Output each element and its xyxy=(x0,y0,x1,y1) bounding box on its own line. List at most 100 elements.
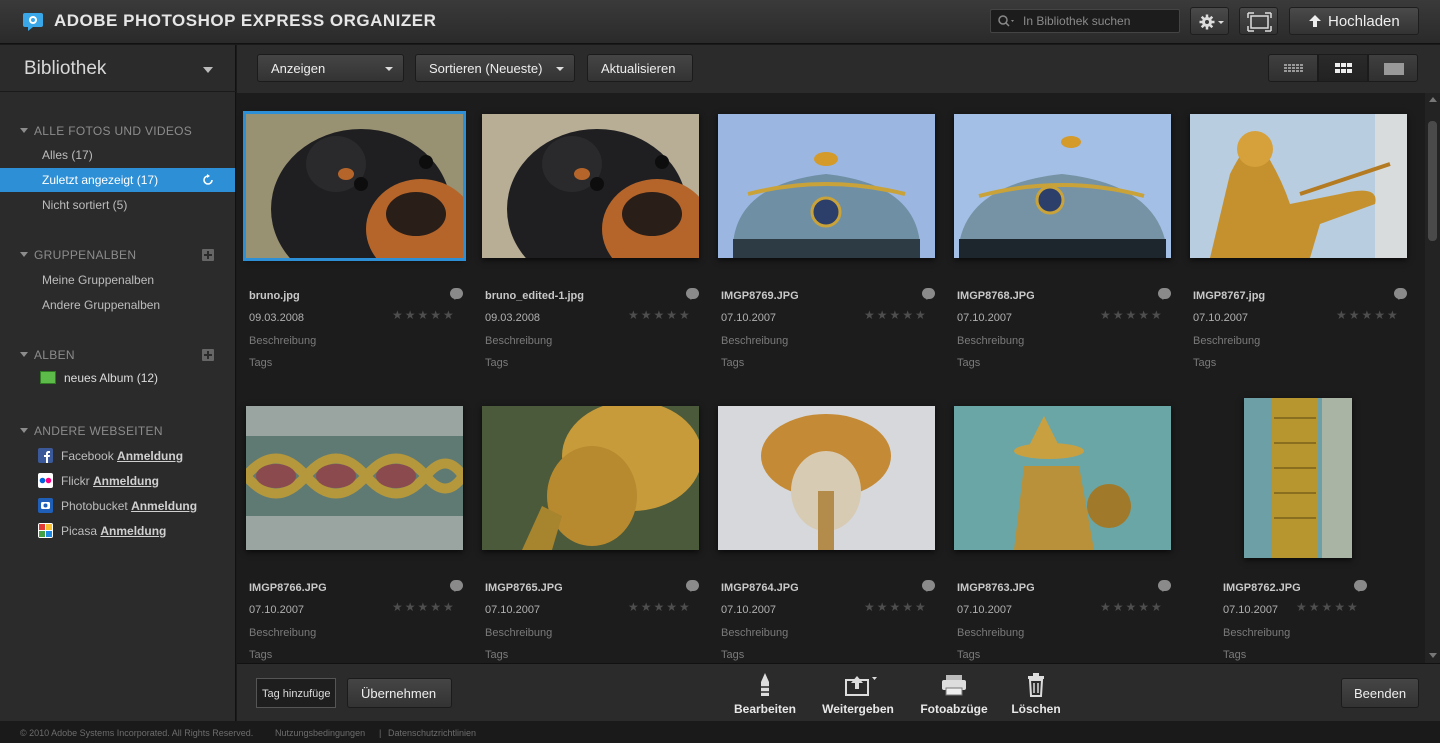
flickr-login-link[interactable]: Anmeldung xyxy=(93,474,159,488)
comment-icon[interactable] xyxy=(450,580,463,592)
section-albums[interactable]: ALBEN xyxy=(20,348,75,362)
photo-tags[interactable]: Tags xyxy=(1223,649,1246,661)
photo-tile[interactable]: IMGP8765.JPG 07.10.2007 ★★★★★ Beschreibu… xyxy=(475,399,711,663)
comment-icon[interactable] xyxy=(922,580,935,592)
photo-tags[interactable]: Tags xyxy=(1193,357,1216,369)
delete-action[interactable]: Löschen xyxy=(991,672,1081,718)
photo-tags[interactable]: Tags xyxy=(485,357,508,369)
sidebar-item-new-album[interactable]: neues Album (12) xyxy=(40,371,158,385)
terms-link[interactable]: Nutzungsbedingungen xyxy=(275,728,365,738)
photo-description[interactable]: Beschreibung xyxy=(249,335,316,347)
settings-button[interactable] xyxy=(1190,7,1229,35)
sidebar-item-all[interactable]: Alles (17) xyxy=(42,148,93,162)
photo-description[interactable]: Beschreibung xyxy=(1193,335,1260,347)
rating-stars[interactable]: ★★★★★ xyxy=(1336,308,1400,322)
photo-thumbnail[interactable] xyxy=(482,114,699,258)
section-group-albums[interactable]: GRUPPENALBEN xyxy=(20,248,136,262)
photo-thumbnail[interactable] xyxy=(482,406,699,550)
show-dropdown[interactable]: Anzeigen xyxy=(257,54,404,82)
photo-thumbnail[interactable] xyxy=(243,111,466,261)
rating-stars[interactable]: ★★★★★ xyxy=(392,308,456,322)
photo-description[interactable]: Beschreibung xyxy=(721,627,788,639)
prints-action[interactable]: Fotoabzüge xyxy=(909,672,999,718)
photo-description[interactable]: Beschreibung xyxy=(957,627,1024,639)
photo-thumbnail[interactable] xyxy=(1244,398,1352,558)
scroll-down-arrow-icon[interactable] xyxy=(1429,653,1437,658)
rating-stars[interactable]: ★★★★★ xyxy=(392,600,456,614)
privacy-link[interactable]: Datenschutzrichtlinien xyxy=(388,728,476,738)
photo-thumbnail[interactable] xyxy=(954,114,1171,258)
photo-description[interactable]: Beschreibung xyxy=(1223,627,1290,639)
comment-icon[interactable] xyxy=(1354,580,1367,592)
sort-dropdown[interactable]: Sortieren (Neueste) xyxy=(415,54,575,82)
photo-description[interactable]: Beschreibung xyxy=(721,335,788,347)
comment-icon[interactable] xyxy=(1158,288,1171,300)
view-single-button[interactable] xyxy=(1368,54,1418,82)
upload-button[interactable]: Hochladen xyxy=(1289,7,1419,35)
facebook-login-link[interactable]: Anmeldung xyxy=(117,449,183,463)
photo-thumbnail[interactable] xyxy=(718,114,935,258)
rating-stars[interactable]: ★★★★★ xyxy=(628,308,692,322)
section-other-websites[interactable]: ANDERE WEBSEITEN xyxy=(20,424,163,438)
scroll-up-arrow-icon[interactable] xyxy=(1429,97,1437,102)
sidebar-item-recently-viewed[interactable]: Zuletzt angezeigt (17) xyxy=(0,168,235,192)
scrollbar-thumb[interactable] xyxy=(1428,121,1437,241)
photo-tile[interactable]: IMGP8769.JPG 07.10.2007 ★★★★★ Beschreibu… xyxy=(711,107,947,387)
photo-tile[interactable]: IMGP8763.JPG 07.10.2007 ★★★★★ Beschreibu… xyxy=(947,399,1183,663)
comment-icon[interactable] xyxy=(922,288,935,300)
photo-tags[interactable]: Tags xyxy=(957,357,980,369)
photo-thumbnail[interactable] xyxy=(1190,114,1407,258)
refresh-icon[interactable] xyxy=(202,174,214,186)
comment-icon[interactable] xyxy=(1394,288,1407,300)
add-group-album-plus-icon[interactable] xyxy=(202,249,214,261)
photo-tile[interactable]: IMGP8764.JPG 07.10.2007 ★★★★★ Beschreibu… xyxy=(711,399,947,663)
photo-tags[interactable]: Tags xyxy=(249,357,272,369)
library-search-input[interactable]: In Bibliothek suchen xyxy=(990,9,1180,33)
photo-tile[interactable]: IMGP8767.jpg 07.10.2007 ★★★★★ Beschreibu… xyxy=(1183,107,1419,387)
photo-tags[interactable]: Tags xyxy=(957,649,980,661)
photo-tags[interactable]: Tags xyxy=(721,357,744,369)
sidebar-item-unsorted[interactable]: Nicht sortiert (5) xyxy=(42,198,127,212)
comment-icon[interactable] xyxy=(686,288,699,300)
comment-icon[interactable] xyxy=(1158,580,1171,592)
photo-thumbnail[interactable] xyxy=(246,406,463,550)
comment-icon[interactable] xyxy=(686,580,699,592)
photo-tile[interactable]: bruno_edited-1.jpg 09.03.2008 ★★★★★ Besc… xyxy=(475,107,711,387)
photo-tags[interactable]: Tags xyxy=(721,649,744,661)
grid-scrollbar[interactable] xyxy=(1425,93,1440,663)
exit-button[interactable]: Beenden xyxy=(1341,678,1419,708)
photo-tags[interactable]: Tags xyxy=(249,649,272,661)
photo-tile[interactable]: IMGP8766.JPG 07.10.2007 ★★★★★ Beschreibu… xyxy=(239,399,475,663)
fullscreen-button[interactable] xyxy=(1239,7,1278,35)
apply-button[interactable]: Übernehmen xyxy=(347,678,452,708)
picasa-login-link[interactable]: Anmeldung xyxy=(100,524,166,538)
photo-tile[interactable]: bruno.jpg 09.03.2008 ★★★★★ Beschreibung … xyxy=(239,107,475,387)
rating-stars[interactable]: ★★★★★ xyxy=(628,600,692,614)
photo-description[interactable]: Beschreibung xyxy=(485,335,552,347)
library-menu-chevron-down-icon[interactable] xyxy=(203,67,213,73)
rating-stars[interactable]: ★★★★★ xyxy=(864,600,928,614)
add-tag-input[interactable]: Tag hinzufüge xyxy=(256,678,336,708)
view-medium-grid-button[interactable] xyxy=(1318,54,1368,82)
comment-icon[interactable] xyxy=(450,288,463,300)
rating-stars[interactable]: ★★★★★ xyxy=(864,308,928,322)
photo-tags[interactable]: Tags xyxy=(485,649,508,661)
refresh-button[interactable]: Aktualisieren xyxy=(587,54,693,82)
view-small-grid-button[interactable] xyxy=(1268,54,1318,82)
rating-stars[interactable]: ★★★★★ xyxy=(1100,308,1164,322)
photo-description[interactable]: Beschreibung xyxy=(485,627,552,639)
share-action[interactable]: Weitergeben xyxy=(813,672,903,718)
photo-thumbnail[interactable] xyxy=(718,406,935,550)
photo-description[interactable]: Beschreibung xyxy=(249,627,316,639)
photobucket-login-link[interactable]: Anmeldung xyxy=(131,499,197,513)
sidebar-item-other-group-albums[interactable]: Andere Gruppenalben xyxy=(42,298,160,312)
photo-description[interactable]: Beschreibung xyxy=(957,335,1024,347)
rating-stars[interactable]: ★★★★★ xyxy=(1296,600,1360,614)
photo-tile[interactable]: IMGP8768.JPG 07.10.2007 ★★★★★ Beschreibu… xyxy=(947,107,1183,387)
photo-thumbnail[interactable] xyxy=(954,406,1171,550)
edit-action[interactable]: Bearbeiten xyxy=(720,672,810,718)
rating-stars[interactable]: ★★★★★ xyxy=(1100,600,1164,614)
sidebar-item-my-group-albums[interactable]: Meine Gruppenalben xyxy=(42,273,154,287)
photo-tile[interactable]: IMGP8762.JPG 07.10.2007 ★★★★★ Beschreibu… xyxy=(1183,398,1419,663)
add-album-plus-icon[interactable] xyxy=(202,349,214,361)
